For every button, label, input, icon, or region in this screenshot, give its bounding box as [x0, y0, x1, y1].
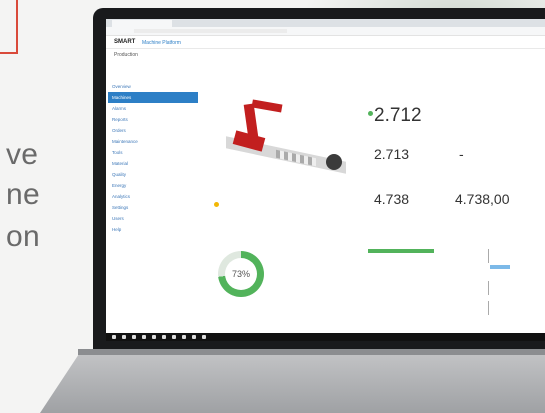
sidebar-item[interactable]: Analytics [108, 191, 198, 202]
search-icon[interactable] [122, 335, 126, 339]
app-header: SMART Machine Platform [106, 36, 545, 49]
sidebar-item[interactable]: Energy [108, 180, 198, 191]
status-dot-yellow [214, 202, 219, 207]
chart-axis [488, 249, 489, 263]
hero-text-line-2: ne [6, 178, 40, 211]
task-view-icon[interactable] [132, 335, 136, 339]
mail-icon[interactable] [172, 335, 176, 339]
start-icon[interactable] [112, 335, 116, 339]
folder-icon[interactable] [152, 335, 156, 339]
robot-3d-model[interactable] [216, 94, 356, 184]
sidebar-item[interactable]: Material [108, 158, 198, 169]
sidebar-item[interactable]: Overview [108, 81, 198, 92]
conveyor-roller [326, 154, 342, 170]
breadcrumb[interactable]: Production [114, 52, 138, 58]
edge-icon[interactable] [142, 335, 146, 339]
laptop-hinge [78, 349, 545, 355]
stat-value-d: 4.738 [374, 191, 410, 207]
chart-axis [488, 301, 489, 315]
stat-value-e: 4.738,00 [455, 191, 510, 207]
stat-value-a: 2.712 [374, 105, 422, 126]
stat-value-b: 2.713 [374, 146, 410, 162]
oee-donut-value: 73% [225, 258, 257, 290]
sidebar-item[interactable]: Tools [108, 147, 198, 158]
sidebar-item[interactable]: Users [108, 213, 198, 224]
platform-link[interactable]: Machine Platform [142, 40, 181, 46]
store-icon[interactable] [162, 335, 166, 339]
sidebar-item[interactable]: Maintenance [108, 136, 198, 147]
windows-taskbar [106, 333, 545, 341]
sidebar: Overview Machines Alarms Reports Orders … [108, 81, 198, 301]
browser-tab-bar [106, 19, 545, 27]
red-frame-corner [0, 0, 18, 54]
sidebar-item[interactable]: Alarms [108, 103, 198, 114]
hero-text-line-3: on [6, 220, 40, 253]
browser-url-bar [106, 27, 545, 36]
laptop-screen: SMART Machine Platform Production Overvi… [106, 19, 545, 341]
chart-axis [488, 281, 489, 295]
robot-arm-upper [251, 99, 283, 113]
settings-icon[interactable] [202, 335, 206, 339]
stat-value-c: - [459, 146, 464, 162]
sidebar-item[interactable]: Help [108, 224, 198, 235]
progress-bar [368, 249, 434, 253]
sidebar-item[interactable]: Settings [108, 202, 198, 213]
sidebar-item[interactable]: Orders [108, 125, 198, 136]
laptop-keyboard-base [40, 350, 545, 413]
app-icon[interactable] [182, 335, 186, 339]
chart-bar [490, 265, 510, 269]
brand-logo: SMART [114, 39, 136, 45]
sidebar-item[interactable]: Reports [108, 114, 198, 125]
hero-text-line-1: ve [6, 138, 39, 171]
browser-tab[interactable] [112, 20, 172, 27]
status-dot-green [368, 111, 373, 116]
address-input[interactable] [134, 29, 287, 33]
sidebar-item[interactable]: Quality [108, 169, 198, 180]
sidebar-item-active[interactable]: Machines [108, 92, 198, 103]
app-icon[interactable] [192, 335, 196, 339]
scene: ve ne on SMART Machine Platform Producti… [0, 0, 545, 413]
